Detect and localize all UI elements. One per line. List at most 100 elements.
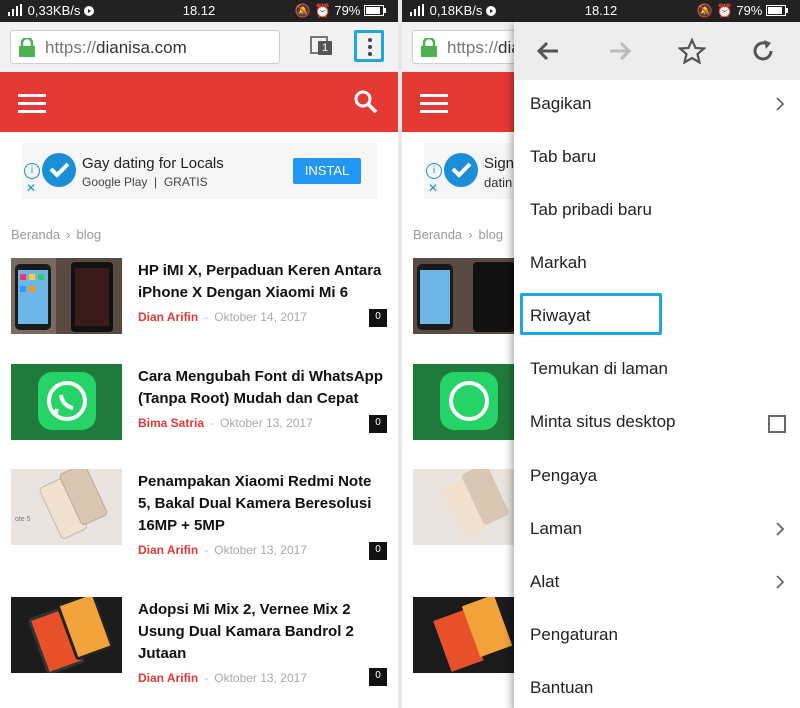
hamburger-icon[interactable] xyxy=(420,94,448,113)
ad-title: Gay dating for Locals xyxy=(82,155,224,172)
breadcrumb-current: blog xyxy=(76,227,102,242)
alarm-icon: ⏰ xyxy=(314,3,331,18)
url-scheme: https:// xyxy=(447,38,499,57)
address-field[interactable]: https://dianisa.com xyxy=(10,30,280,64)
url-host: dianisa.com xyxy=(96,38,187,57)
back-arrow-icon[interactable] xyxy=(536,40,560,62)
post-item[interactable]: Adopsi Mi Mix 2, Vernee Mix 2 Usung Dual… xyxy=(11,597,391,686)
menu-item-temukan-di-laman[interactable]: Temukan di laman xyxy=(530,359,668,379)
menu-item-tab-pribadi-baru[interactable]: Tab pribadi baru xyxy=(530,200,652,220)
browser-screen-left: 0,33KB/s 18.12 🔕 ⏰ 79% https://dianisa.c… xyxy=(0,0,398,708)
reload-icon[interactable] xyxy=(750,38,776,64)
post-title[interactable]: Penampakan Xiaomi Redmi Note 5, Bakal Du… xyxy=(138,471,388,537)
meta-dash: - xyxy=(204,310,209,324)
post-thumbnail[interactable] xyxy=(413,469,524,545)
post-meta: Dian Arifin - Oktober 14, 2017 xyxy=(138,310,307,324)
hamburger-icon[interactable] xyxy=(18,94,46,113)
menu-item-bagikan[interactable]: Bagikan xyxy=(530,94,591,114)
post-author[interactable]: Bima Satria xyxy=(138,416,204,430)
breadcrumb-home[interactable]: Beranda xyxy=(413,227,462,242)
mute-icon: 🔕 xyxy=(294,3,311,18)
url-text: https://dianisa.com xyxy=(45,38,187,58)
ad-app-logo xyxy=(42,153,76,187)
comment-count[interactable]: 0 xyxy=(369,668,387,686)
post-date: Oktober 13, 2017 xyxy=(220,416,313,430)
site-header xyxy=(0,72,398,132)
chevron-right-icon xyxy=(776,97,784,111)
post-thumbnail[interactable] xyxy=(11,597,122,673)
svg-text:ote 5: ote 5 xyxy=(15,516,31,523)
ad-store: Google Play xyxy=(82,175,148,189)
lock-icon xyxy=(19,38,35,57)
menu-item-pengaturan[interactable]: Pengaturan xyxy=(530,625,618,645)
ad-title-partial-2: datin xyxy=(484,175,513,190)
heart-check-icon xyxy=(451,162,472,178)
post-thumbnail[interactable] xyxy=(11,364,122,440)
overflow-menu: Bagikan Tab baru Tab pribadi baru Markah… xyxy=(514,22,800,708)
post-thumbnail[interactable] xyxy=(413,364,524,440)
breadcrumb-separator: › xyxy=(468,227,473,242)
post-thumbnail[interactable] xyxy=(413,258,524,334)
bookmark-star-icon[interactable] xyxy=(678,38,706,64)
menu-item-tab-baru[interactable]: Tab baru xyxy=(530,147,596,167)
menu-item-pengaya[interactable]: Pengaya xyxy=(530,466,597,486)
search-icon[interactable] xyxy=(354,90,378,114)
post-thumbnail[interactable]: ote 5 xyxy=(11,469,122,545)
battery-icon xyxy=(364,5,386,16)
breadcrumb-current: blog xyxy=(478,227,504,242)
url-scheme: https:// xyxy=(45,38,97,57)
menu-item-bantuan[interactable]: Bantuan xyxy=(530,678,593,698)
battery-percent: 79% xyxy=(334,3,361,18)
tab-count[interactable]: 1 xyxy=(318,41,332,55)
ad-title-partial: Sign xyxy=(484,155,515,172)
post-date: Oktober 14, 2017 xyxy=(214,310,307,324)
breadcrumb-home[interactable]: Beranda xyxy=(11,227,60,242)
menu-item-markah[interactable]: Markah xyxy=(530,253,587,273)
comment-count[interactable]: 0 xyxy=(369,542,387,560)
ad-store-line: Google Play | GRATIS xyxy=(82,175,208,189)
post-thumbnail[interactable] xyxy=(413,597,524,673)
post-author[interactable]: Dian Arifin xyxy=(138,671,198,685)
lock-icon xyxy=(421,38,437,57)
post-title[interactable]: Adopsi Mi Mix 2, Vernee Mix 2 Usung Dual… xyxy=(138,599,388,665)
status-right-group: 🔕 ⏰ 79% xyxy=(295,3,386,19)
status-bar: 0,33KB/s 18.12 🔕 ⏰ 79% xyxy=(0,0,398,22)
overflow-menu-button[interactable] xyxy=(354,30,384,62)
menu-item-minta-situs-desktop[interactable]: Minta situs desktop xyxy=(530,412,676,432)
comment-count[interactable]: 0 xyxy=(369,309,387,327)
post-item[interactable]: HP iMI X, Perpaduan Keren Antara iPhone … xyxy=(11,258,391,338)
meta-dash: - xyxy=(204,543,209,557)
comment-count[interactable]: 0 xyxy=(369,415,387,433)
battery-icon xyxy=(766,5,788,16)
desktop-site-checkbox[interactable] xyxy=(768,415,786,433)
meta-dash: - xyxy=(204,671,209,685)
breadcrumb-separator: › xyxy=(66,227,71,242)
post-title[interactable]: Cara Mengubah Font di WhatsApp (Tanpa Ro… xyxy=(138,366,388,410)
ad-banner[interactable]: Gay dating for Locals Google Play | GRAT… xyxy=(22,143,377,199)
ad-price: GRATIS xyxy=(163,175,208,189)
post-author[interactable]: Dian Arifin xyxy=(138,310,198,324)
menu-item-alat[interactable]: Alat xyxy=(530,572,559,592)
chevron-right-icon xyxy=(776,575,784,589)
post-item[interactable]: ote 5 Penampakan Xiaomi Redmi Note 5, Ba… xyxy=(11,469,391,560)
post-thumbnail[interactable] xyxy=(11,258,122,334)
meta-dash: - xyxy=(210,416,215,430)
status-right-group: 🔕 ⏰ 79% xyxy=(697,3,788,19)
post-item[interactable]: Cara Mengubah Font di WhatsApp (Tanpa Ro… xyxy=(11,364,391,444)
post-author[interactable]: Dian Arifin xyxy=(138,543,198,557)
post-date: Oktober 13, 2017 xyxy=(214,543,307,557)
post-date: Oktober 13, 2017 xyxy=(214,671,307,685)
url-bar: https://dianisa.com 1 xyxy=(0,22,398,72)
forward-arrow-icon[interactable] xyxy=(608,40,632,62)
ad-close-icon[interactable]: ✕ xyxy=(24,181,38,195)
menu-item-riwayat[interactable]: Riwayat xyxy=(530,306,590,326)
ad-install-button[interactable]: INSTAL xyxy=(293,158,361,184)
ad-info-icon[interactable]: i xyxy=(426,163,442,179)
post-title[interactable]: HP iMI X, Perpaduan Keren Antara iPhone … xyxy=(138,260,388,304)
ad-info-icon[interactable]: i xyxy=(24,163,40,179)
ad-app-logo xyxy=(444,153,478,187)
menu-item-laman[interactable]: Laman xyxy=(530,519,582,539)
mute-icon: 🔕 xyxy=(696,3,713,18)
ad-close-icon[interactable]: ✕ xyxy=(426,181,440,195)
battery-percent: 79% xyxy=(736,3,763,18)
